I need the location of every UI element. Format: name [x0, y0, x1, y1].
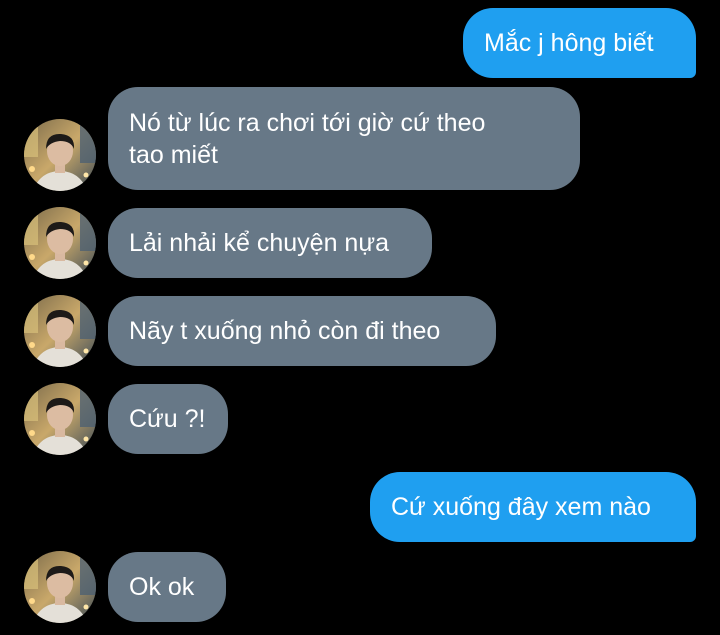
contact-avatar[interactable]	[24, 295, 96, 367]
incoming-message-bubble[interactable]: Cứu ?!	[108, 384, 228, 454]
contact-avatar[interactable]	[24, 119, 96, 191]
person-photo-avatar-icon	[24, 207, 96, 279]
incoming-message-bubble[interactable]: Nó từ lúc ra chơi tới giờ cứ theo tao mi…	[108, 87, 580, 190]
contact-avatar[interactable]	[24, 383, 96, 455]
person-photo-avatar-icon	[24, 383, 96, 455]
person-photo-avatar-icon	[24, 119, 96, 191]
person-photo-avatar-icon	[24, 551, 96, 623]
incoming-message-bubble[interactable]: Ok ok	[108, 552, 226, 622]
contact-avatar[interactable]	[24, 551, 96, 623]
outgoing-message-bubble[interactable]: Mắc j hông biết	[463, 8, 696, 78]
outgoing-message-bubble[interactable]: Cứ xuống đây xem nào	[370, 472, 696, 542]
contact-avatar[interactable]	[24, 207, 96, 279]
incoming-message-bubble[interactable]: Nãy t xuống nhỏ còn đi theo	[108, 296, 496, 366]
person-photo-avatar-icon	[24, 295, 96, 367]
incoming-message-bubble[interactable]: Lải nhải kể chuyện nựa	[108, 208, 432, 278]
